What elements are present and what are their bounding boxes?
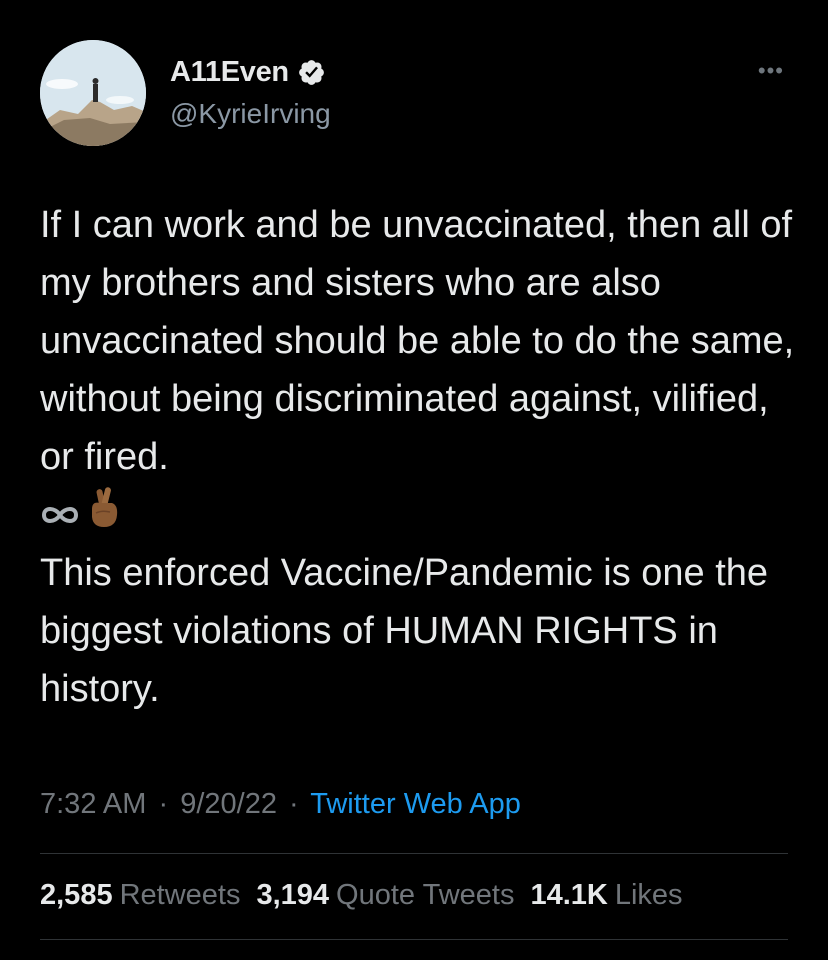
tweet-time[interactable]: 7:32 AM [40, 788, 146, 820]
infinity-icon [40, 486, 80, 544]
retweets-stat[interactable]: 2,585 Retweets [40, 879, 240, 912]
quote-tweets-label: Quote Tweets [336, 879, 515, 911]
quote-tweets-stat[interactable]: 3,194 Quote Tweets [256, 879, 514, 912]
tweet-stats: 2,585 Retweets 3,194 Quote Tweets 14.1K Lik… [40, 879, 683, 912]
retweets-count: 2,585 [40, 879, 113, 911]
likes-stat[interactable]: 14.1K Likes [530, 879, 682, 912]
tweet-paragraph-1: If I can work and be unvaccinated, then … [40, 204, 795, 478]
tweet-text: If I can work and be unvaccinated, then … [40, 196, 800, 718]
avatar[interactable] [40, 40, 146, 146]
verified-badge-icon [297, 58, 326, 87]
meta-separator: · [289, 788, 299, 820]
quote-tweets-count: 3,194 [256, 879, 330, 911]
tweet-meta: 7:32 AM · 9/20/22 · Twitter Web App [40, 788, 521, 821]
likes-count: 14.1K [530, 879, 608, 911]
retweets-label: Retweets [119, 879, 241, 911]
display-name[interactable]: A11Even [170, 56, 289, 89]
crossed-fingers-icon [88, 485, 120, 546]
tweet-date[interactable]: 9/20/22 [180, 788, 277, 820]
tweet-paragraph-2: This enforced Vaccine/Pandemic is one th… [40, 552, 769, 710]
author-handle[interactable]: @KyrieIrving [170, 98, 331, 130]
meta-separator: · [158, 788, 169, 820]
emoji-line [40, 486, 800, 544]
divider [40, 853, 788, 854]
more-options-icon[interactable]: ••• [758, 60, 784, 82]
tweet-source-link[interactable]: Twitter Web App [310, 788, 521, 820]
author-name-row: A11Even [170, 56, 326, 89]
likes-label: Likes [614, 879, 683, 911]
divider [40, 939, 788, 940]
